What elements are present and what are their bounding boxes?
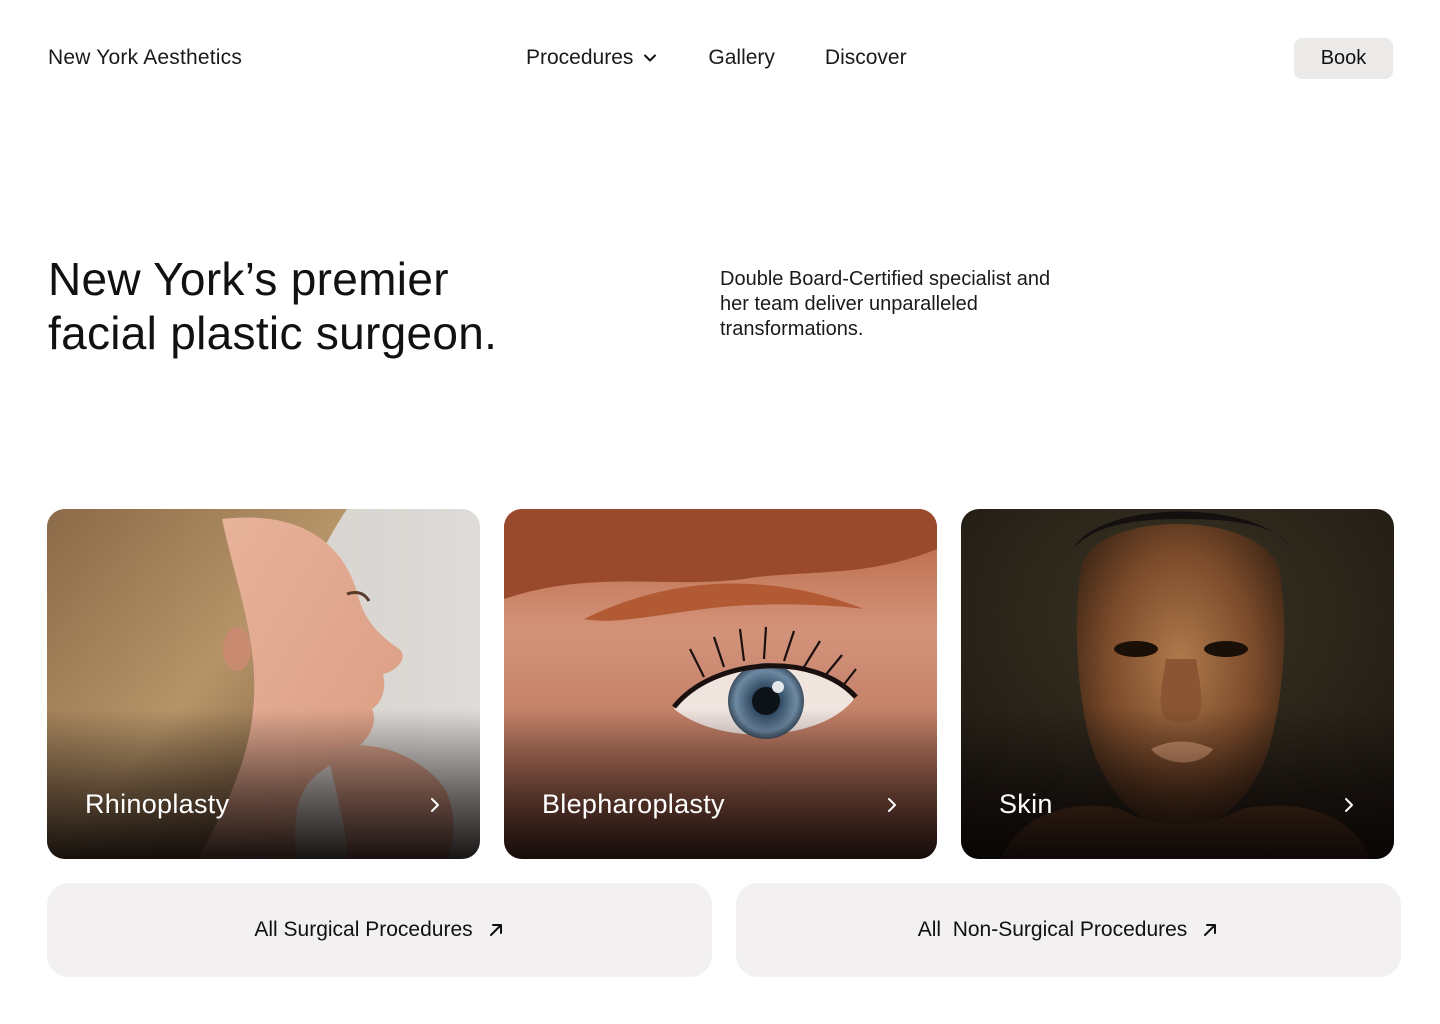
site-header: New York Aesthetics Procedures Gallery D… (0, 0, 1440, 118)
nav-procedures[interactable]: Procedures (526, 46, 658, 70)
chevron-down-icon (644, 54, 657, 62)
hero-title-line-1: New York’s premier (48, 253, 449, 305)
card-skin[interactable]: Skin (961, 509, 1394, 859)
nav-gallery[interactable]: Gallery (708, 46, 775, 70)
hero-title: New York’s premier facial plastic surgeo… (48, 252, 497, 360)
nav-discover-label: Discover (824, 46, 907, 69)
card-rhinoplasty-label: Rhinoplasty (85, 789, 230, 819)
all-surgical-procedures-button[interactable]: All Surgical Procedures (47, 883, 712, 977)
all-non-surgical-procedures-label: All Non-Surgical Procedures (917, 918, 1188, 941)
nav-procedures-label: Procedures (526, 46, 634, 69)
nav-gallery-label: Gallery (708, 46, 775, 69)
arrow-up-right-icon (1204, 924, 1217, 936)
procedure-cards: Rhinoplasty Blepharoplasty Skin (47, 509, 1394, 859)
procedure-links: All Surgical Procedures All Non-Surgical… (47, 883, 1401, 977)
nav-discover[interactable]: Discover (825, 46, 907, 70)
all-surgical-procedures-label: All Surgical Procedures (254, 918, 473, 941)
chevron-right-icon (888, 798, 896, 812)
card-blepharoplasty[interactable]: Blepharoplasty (504, 509, 937, 859)
hero-title-line-2: facial plastic surgeon. (48, 307, 498, 359)
all-non-surgical-procedures-button[interactable]: All Non-Surgical Procedures (736, 883, 1401, 977)
card-skin-label: Skin (999, 789, 1053, 819)
hero-subtitle: Double Board-Certified specialist and he… (720, 268, 1051, 340)
card-blepharoplasty-label: Blepharoplasty (542, 789, 725, 819)
brand-logo[interactable]: New York Aesthetics (48, 46, 242, 70)
card-rhinoplasty[interactable]: Rhinoplasty (47, 509, 480, 859)
main-nav: Procedures Gallery Discover (526, 46, 907, 70)
chevron-right-icon (431, 798, 439, 812)
chevron-right-icon (1345, 798, 1353, 812)
book-button[interactable]: Book (1294, 38, 1393, 79)
arrow-up-right-icon (489, 924, 502, 936)
